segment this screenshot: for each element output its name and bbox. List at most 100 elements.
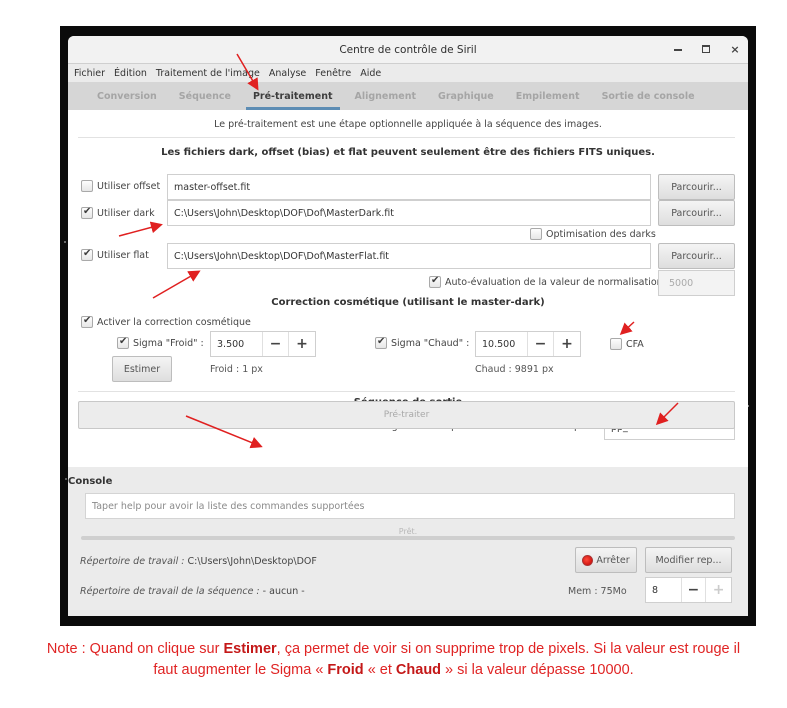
window-controls: × bbox=[674, 36, 740, 64]
close-icon: × bbox=[730, 43, 740, 56]
menu-fenetre[interactable]: Fenêtre bbox=[315, 68, 351, 79]
working-dir-line: Répertoire de travail : C:\Users\John\De… bbox=[80, 556, 317, 567]
use-flat-label: Utiliser flat bbox=[97, 249, 149, 261]
tab-sortie-console[interactable]: Sortie de console bbox=[591, 82, 706, 110]
divider bbox=[78, 391, 735, 392]
threads-increment-button[interactable]: + bbox=[706, 578, 731, 602]
threads-spinner: 8 − + bbox=[645, 577, 732, 603]
offset-file-input[interactable]: master-offset.fit bbox=[167, 174, 651, 200]
minimize-button[interactable] bbox=[674, 45, 684, 55]
threads-input[interactable]: 8 bbox=[646, 578, 682, 602]
cfa-checkbox[interactable]: CFA bbox=[610, 338, 644, 350]
console-label: Console bbox=[68, 476, 113, 487]
browse-dark-button[interactable]: Parcourir... bbox=[658, 200, 735, 226]
tab-bar: Conversion Séquence Pré-traitement Align… bbox=[68, 82, 748, 110]
sigma-cold-increment-button[interactable]: + bbox=[289, 332, 315, 356]
sigma-hot-label: Sigma "Chaud" : bbox=[391, 337, 470, 349]
change-dir-button[interactable]: Modifier rep... bbox=[645, 547, 732, 573]
checkbox-box bbox=[81, 206, 93, 219]
threads-decrement-button[interactable]: − bbox=[682, 578, 707, 602]
browse-offset-button[interactable]: Parcourir... bbox=[658, 174, 735, 200]
checkbox-box bbox=[81, 248, 93, 261]
tab-conversion[interactable]: Conversion bbox=[86, 82, 168, 110]
title-bar: Centre de contrôle de Siril × bbox=[68, 36, 748, 64]
note-text: « et bbox=[363, 662, 396, 678]
console-input[interactable]: Taper help pour avoir la liste des comma… bbox=[85, 493, 735, 519]
sigma-cold-checkbox[interactable]: Sigma "Froid" : bbox=[117, 336, 204, 349]
menu-edition[interactable]: Édition bbox=[114, 68, 147, 79]
use-dark-checkbox[interactable]: Utiliser dark bbox=[81, 206, 155, 219]
divider bbox=[78, 137, 735, 138]
tab-alignement[interactable]: Alignement bbox=[344, 82, 428, 110]
enable-cosmetic-checkbox[interactable]: Activer la correction cosmétique bbox=[81, 315, 251, 328]
sigma-hot-increment-button[interactable]: + bbox=[554, 332, 580, 356]
flat-file-input[interactable]: C:\Users\John\Desktop\DOF\Dof\MasterFlat… bbox=[167, 243, 651, 269]
stop-icon bbox=[582, 554, 594, 566]
auto-normalisation-checkbox[interactable]: Auto-évaluation de la valeur de normalis… bbox=[429, 275, 663, 288]
progress-bar bbox=[81, 536, 735, 540]
sigma-hot-checkbox[interactable]: Sigma "Chaud" : bbox=[375, 336, 470, 349]
sigma-cold-spinner: 3.500 − + bbox=[210, 331, 316, 357]
use-offset-checkbox[interactable]: Utiliser offset bbox=[81, 180, 160, 192]
window-title: Centre de contrôle de Siril bbox=[339, 43, 477, 56]
note-text: Note : Quand on clique sur bbox=[46, 641, 224, 657]
working-dir-value: C:\Users\John\Desktop\DOF bbox=[187, 556, 317, 567]
star bbox=[64, 241, 66, 243]
browse-flat-button[interactable]: Parcourir... bbox=[658, 243, 735, 269]
dark-file-input[interactable]: C:\Users\John\Desktop\DOF\Dof\MasterDark… bbox=[167, 200, 651, 226]
note-text: » si la valeur dépasse 10000. bbox=[441, 662, 634, 678]
status-text: Prêt. bbox=[398, 527, 418, 536]
menu-bar: Fichier Édition Traitement de l'image An… bbox=[68, 64, 748, 82]
note-chaud: Chaud bbox=[395, 662, 442, 678]
sequence-dir-line: Répertoire de travail de la séquence : -… bbox=[80, 586, 305, 597]
checkbox-box bbox=[610, 338, 622, 350]
stop-label: Arrêter bbox=[596, 554, 630, 566]
tab-sequence[interactable]: Séquence bbox=[168, 82, 242, 110]
use-flat-checkbox[interactable]: Utiliser flat bbox=[81, 248, 149, 261]
star bbox=[65, 478, 67, 480]
maximize-icon bbox=[702, 45, 710, 53]
tab-empilement[interactable]: Empilement bbox=[505, 82, 591, 110]
sigma-hot-input[interactable]: 10.500 bbox=[476, 332, 528, 356]
checkbox-box bbox=[81, 180, 93, 192]
checkbox-box bbox=[117, 336, 129, 349]
sigma-cold-result: Froid : 1 px bbox=[210, 364, 263, 375]
enable-cosmetic-label: Activer la correction cosmétique bbox=[97, 316, 251, 328]
use-dark-label: Utiliser dark bbox=[97, 207, 155, 219]
note-froid: Froid bbox=[327, 662, 364, 678]
intro-text: Le pré-traitement est une étape optionne… bbox=[214, 119, 602, 130]
checkbox-box bbox=[530, 228, 542, 240]
cfa-label: CFA bbox=[626, 338, 644, 350]
fits-notice: Les fichiers dark, offset (bias) et flat… bbox=[161, 147, 655, 158]
sigma-cold-input[interactable]: 3.500 bbox=[211, 332, 263, 356]
sigma-hot-decrement-button[interactable]: − bbox=[528, 332, 554, 356]
sigma-hot-result: Chaud : 9891 px bbox=[475, 364, 554, 375]
cosmetic-correction-title: Correction cosmétique (utilisant le mast… bbox=[271, 297, 545, 308]
dark-optimisation-label: Optimisation des darks bbox=[546, 228, 656, 240]
dark-optimisation-checkbox[interactable]: Optimisation des darks bbox=[530, 228, 656, 240]
working-dir-label: Répertoire de travail : bbox=[80, 556, 185, 567]
menu-traitement-image[interactable]: Traitement de l'image bbox=[156, 68, 260, 79]
checkbox-box bbox=[375, 336, 387, 349]
checkbox-box bbox=[81, 315, 93, 328]
sigma-cold-decrement-button[interactable]: − bbox=[263, 332, 289, 356]
close-button[interactable]: × bbox=[730, 43, 740, 56]
stop-button[interactable]: Arrêter bbox=[575, 547, 637, 573]
tab-pretraitement[interactable]: Pré-traitement bbox=[242, 82, 344, 110]
estimate-button[interactable]: Estimer bbox=[112, 356, 172, 382]
note-estimer: Estimer bbox=[223, 641, 277, 657]
memory-usage: Mem : 75Mo bbox=[568, 586, 627, 597]
preprocess-button[interactable]: Pré-traiter bbox=[78, 401, 735, 429]
siril-control-window: Centre de contrôle de Siril × Fichier Éd… bbox=[68, 36, 748, 616]
normalisation-value-input[interactable]: 5000 bbox=[658, 270, 735, 296]
menu-aide[interactable]: Aide bbox=[360, 68, 381, 79]
menu-analyse[interactable]: Analyse bbox=[269, 68, 306, 79]
minimize-icon bbox=[674, 45, 682, 51]
sigma-hot-spinner: 10.500 − + bbox=[475, 331, 581, 357]
auto-normalisation-label: Auto-évaluation de la valeur de normalis… bbox=[445, 276, 663, 288]
tab-graphique[interactable]: Graphique bbox=[427, 82, 505, 110]
menu-fichier[interactable]: Fichier bbox=[74, 68, 105, 79]
maximize-button[interactable] bbox=[702, 45, 712, 55]
sigma-cold-label: Sigma "Froid" : bbox=[133, 337, 204, 349]
use-offset-label: Utiliser offset bbox=[97, 180, 161, 192]
